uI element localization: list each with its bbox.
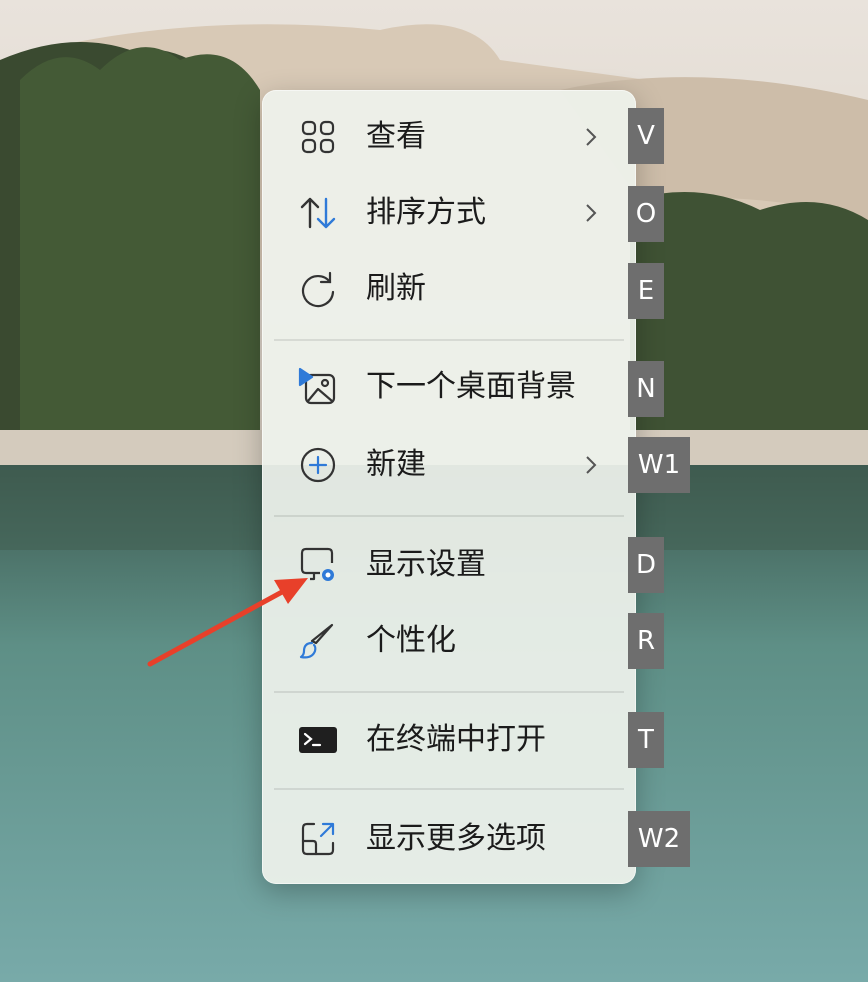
menu-item-label: 显示更多选项 bbox=[366, 821, 546, 856]
paintbrush-icon bbox=[298, 621, 338, 661]
menu-item-label: 新建 bbox=[366, 447, 426, 482]
next-background-icon bbox=[298, 367, 338, 407]
menu-item-personalize[interactable]: 个性化 bbox=[272, 606, 626, 676]
accelerator-badge-view: V bbox=[628, 108, 664, 164]
menu-item-next-background[interactable]: 下一个桌面背景 bbox=[272, 352, 626, 422]
refresh-icon bbox=[298, 269, 338, 309]
menu-separator bbox=[274, 788, 624, 790]
accelerator-badge-personalize: R bbox=[628, 613, 664, 669]
menu-item-show-more-options[interactable]: 显示更多选项 bbox=[272, 804, 626, 874]
menu-separator bbox=[274, 515, 624, 517]
accelerator-badge-sort: O bbox=[628, 186, 664, 242]
menu-separator bbox=[274, 339, 624, 341]
accelerator-badge-refresh: E bbox=[628, 263, 664, 319]
menu-item-label: 显示设置 bbox=[366, 547, 486, 582]
menu-item-sort-by[interactable]: 排序方式 bbox=[272, 178, 626, 248]
accelerator-badge-next-background: N bbox=[628, 361, 664, 417]
accelerator-badge-new: W1 bbox=[628, 437, 690, 493]
display-settings-icon bbox=[298, 545, 338, 585]
menu-item-new[interactable]: 新建 bbox=[272, 430, 626, 500]
menu-item-label: 在终端中打开 bbox=[366, 722, 546, 757]
desktop-context-menu: 查看 排序方式 刷新 下一个桌面背景 新建 显示设置 个性化 在终端中打开 显示… bbox=[262, 90, 636, 884]
menu-item-label: 查看 bbox=[366, 119, 426, 154]
menu-item-label: 排序方式 bbox=[366, 195, 486, 230]
menu-item-label: 下一个桌面背景 bbox=[366, 369, 576, 404]
sort-icon bbox=[298, 193, 338, 233]
menu-item-label: 个性化 bbox=[366, 623, 456, 658]
terminal-icon bbox=[298, 720, 338, 760]
menu-item-view[interactable]: 查看 bbox=[272, 102, 626, 172]
chevron-right-icon bbox=[576, 198, 606, 228]
chevron-right-icon bbox=[576, 450, 606, 480]
accelerator-badge-display-settings: D bbox=[628, 537, 664, 593]
chevron-right-icon bbox=[576, 122, 606, 152]
menu-item-open-in-terminal[interactable]: 在终端中打开 bbox=[272, 705, 626, 775]
menu-separator bbox=[274, 691, 624, 693]
menu-item-label: 刷新 bbox=[366, 271, 426, 306]
accelerator-badge-more-options: W2 bbox=[628, 811, 690, 867]
menu-item-refresh[interactable]: 刷新 bbox=[272, 254, 626, 324]
new-plus-icon bbox=[298, 445, 338, 485]
more-options-icon bbox=[298, 819, 338, 859]
menu-item-display-settings[interactable]: 显示设置 bbox=[272, 530, 626, 600]
grid-view-icon bbox=[298, 117, 338, 157]
accelerator-badge-terminal: T bbox=[628, 712, 664, 768]
